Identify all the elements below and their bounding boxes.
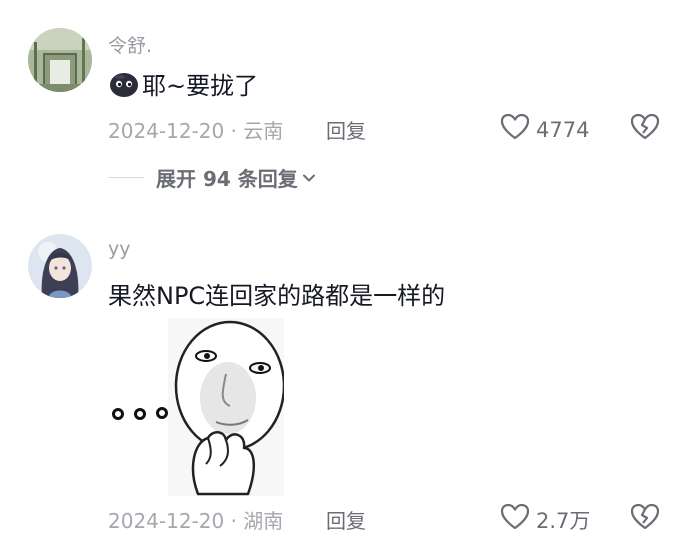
comment-item-2: yy 果然NPC连回家的路都是一样的 2024-12-20 · 湖南 回复 2.… xyxy=(0,0,690,550)
comment-text: 果然NPC连回家的路都是一样的 xyxy=(108,276,445,311)
date-location: 2024-12-20 · 湖南 xyxy=(108,509,284,533)
comment-text-content: 果然NPC连回家的路都是一样的 xyxy=(108,282,446,310)
like-count: 2.7万 xyxy=(536,508,591,533)
user-avatar[interactable] xyxy=(28,234,92,298)
reply-button[interactable]: 回复 xyxy=(326,505,366,534)
heart-outline-icon xyxy=(500,503,530,536)
thinking-meme-sticker[interactable] xyxy=(108,318,286,496)
dislike-button[interactable] xyxy=(630,503,660,536)
comment-meta: 2024-12-20 · 湖南 回复 2.7万 xyxy=(108,503,690,536)
like-button[interactable]: 2.7万 xyxy=(500,503,590,536)
username[interactable]: yy xyxy=(108,238,131,260)
broken-heart-icon xyxy=(630,503,660,536)
